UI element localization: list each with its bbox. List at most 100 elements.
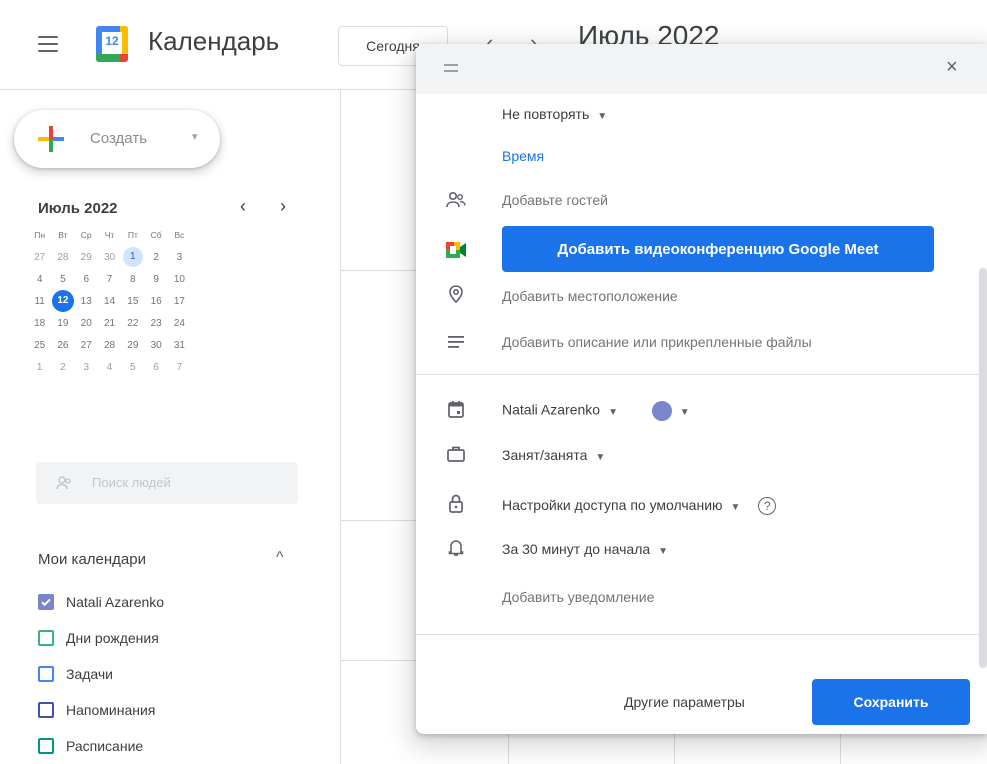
checkbox-icon[interactable] [38, 630, 54, 646]
event-dialog: × Не повторять ▼ Время Добавьте гостей До… [416, 44, 987, 734]
mini-day[interactable]: 3 [168, 252, 191, 263]
checkbox-icon[interactable] [38, 738, 54, 754]
mini-day[interactable]: 6 [144, 362, 167, 373]
mini-day[interactable]: 25 [28, 340, 51, 351]
more-options-button[interactable]: Другие параметры [624, 694, 745, 710]
add-google-meet-button[interactable]: Добавить видеоконференцию Google Meet [502, 226, 934, 272]
mini-week-row: 1234567 [28, 356, 308, 378]
reminder-select[interactable]: За 30 минут до начала ▼ [502, 541, 668, 557]
mini-day[interactable]: 5 [51, 274, 74, 285]
mini-day[interactable]: 29 [75, 252, 98, 263]
help-icon[interactable]: ? [758, 497, 777, 516]
mini-day[interactable]: 2 [144, 252, 167, 263]
mini-day[interactable]: 29 [121, 340, 144, 351]
mini-day[interactable]: 12 [51, 290, 74, 312]
mini-weekday: Пн [34, 230, 46, 240]
mini-day[interactable]: 1 [28, 362, 51, 373]
mini-day[interactable]: 9 [144, 274, 167, 285]
mini-day[interactable]: 3 [75, 362, 98, 373]
mini-day[interactable]: 13 [75, 296, 98, 307]
mini-day[interactable]: 31 [168, 340, 191, 351]
my-calendar-item[interactable]: Дни рождения [38, 626, 159, 650]
mini-day[interactable]: 28 [98, 340, 121, 351]
dialog-header[interactable]: × [416, 44, 987, 94]
event-color-dot[interactable] [651, 401, 672, 421]
people-search-input[interactable]: Поиск людей [36, 462, 298, 504]
grid-divider [674, 734, 675, 764]
mini-day[interactable]: 30 [144, 340, 167, 351]
mini-day[interactable]: 2 [51, 362, 74, 373]
mini-day[interactable]: 27 [75, 340, 98, 351]
mini-day[interactable]: 7 [168, 362, 191, 373]
mini-day[interactable]: 30 [98, 252, 121, 263]
repeat-label: Не повторять [502, 106, 590, 122]
my-calendars-title: Мои календари [38, 551, 146, 568]
mini-day[interactable]: 15 [121, 296, 144, 307]
mini-next-month-button[interactable]: › [280, 196, 286, 217]
people-icon [56, 476, 71, 490]
grid-divider [340, 660, 416, 661]
checkbox-icon[interactable] [38, 594, 54, 610]
mini-day[interactable]: 23 [144, 318, 167, 329]
mini-day[interactable]: 17 [168, 296, 191, 307]
section-divider [416, 374, 987, 375]
caret-down-icon: ▼ [597, 111, 608, 122]
mini-calendar-month: Июль 2022 [38, 200, 118, 217]
grid-divider [840, 734, 841, 764]
busy-select[interactable]: Занят/занята ▼ [502, 447, 605, 463]
mini-day[interactable]: 26 [51, 340, 74, 351]
mini-day[interactable]: 4 [28, 274, 51, 285]
my-calendar-item[interactable]: Расписание [38, 734, 143, 758]
mini-day[interactable]: 24 [168, 318, 191, 329]
mini-day[interactable]: 18 [28, 318, 51, 329]
busy-label: Занят/занята [502, 447, 588, 463]
dialog-scrollbar[interactable] [979, 268, 987, 668]
time-link[interactable]: Время [502, 148, 544, 164]
save-button[interactable]: Сохранить [812, 679, 970, 725]
mini-weekday-row: Пн Вт Ср Чт Пт Сб Вс [28, 224, 308, 246]
chevron-up-icon[interactable]: ^ [276, 549, 284, 567]
mini-day[interactable]: 22 [121, 318, 144, 329]
mini-day[interactable]: 8 [121, 274, 144, 285]
mini-day[interactable]: 28 [51, 252, 74, 263]
mini-day[interactable]: 5 [121, 362, 144, 373]
main-menu-icon[interactable] [38, 36, 58, 52]
checkbox-icon[interactable] [38, 666, 54, 682]
calendar-select[interactable]: Natali Azarenko ▼ ▼ [502, 401, 690, 421]
add-reminder-link[interactable]: Добавить уведомление [502, 589, 654, 605]
repeat-select[interactable]: Не повторять ▼ [502, 106, 607, 122]
mini-day[interactable]: 14 [98, 296, 121, 307]
my-calendar-label: Задачи [66, 666, 114, 682]
mini-day[interactable]: 21 [98, 318, 121, 329]
people-search-placeholder: Поиск людей [92, 475, 171, 490]
description-input[interactable]: Добавить описание или прикрепленные файл… [502, 334, 812, 350]
mini-weekday: Пт [127, 230, 138, 240]
mini-day[interactable]: 16 [144, 296, 167, 307]
mini-week-row: 18 19 20 21 22 23 24 [28, 312, 308, 334]
mini-day[interactable]: 11 [28, 296, 51, 307]
mini-day[interactable]: 6 [75, 274, 98, 285]
checkbox-icon[interactable] [38, 702, 54, 718]
visibility-select[interactable]: Настройки доступа по умолчанию ▼ ? [502, 497, 777, 516]
mini-day[interactable]: 19 [51, 318, 74, 329]
mini-day[interactable]: 27 [28, 252, 51, 263]
drag-handle-icon[interactable] [444, 64, 458, 72]
guests-icon [446, 191, 466, 208]
location-input[interactable]: Добавить местоположение [502, 288, 678, 304]
mini-day[interactable]: 1 [121, 247, 144, 267]
mini-day[interactable]: 7 [98, 274, 121, 285]
my-calendar-label: Natali Azarenko [66, 594, 165, 610]
close-icon[interactable]: × [946, 56, 958, 79]
mini-weekday: Вс [174, 230, 185, 240]
create-button[interactable]: Создать ▾ [14, 110, 220, 168]
create-caret-icon: ▾ [192, 131, 198, 143]
mini-prev-month-button[interactable]: ‹ [240, 196, 246, 217]
mini-day[interactable]: 10 [168, 274, 191, 285]
mini-day[interactable]: 20 [75, 318, 98, 329]
my-calendar-item[interactable]: Задачи [38, 662, 113, 686]
my-calendar-item[interactable]: Напоминания [38, 698, 155, 722]
mini-day[interactable]: 4 [98, 362, 121, 373]
grid-divider [340, 90, 341, 764]
my-calendar-item[interactable]: Natali Azarenko [38, 590, 164, 614]
guests-input[interactable]: Добавьте гостей [502, 192, 608, 208]
